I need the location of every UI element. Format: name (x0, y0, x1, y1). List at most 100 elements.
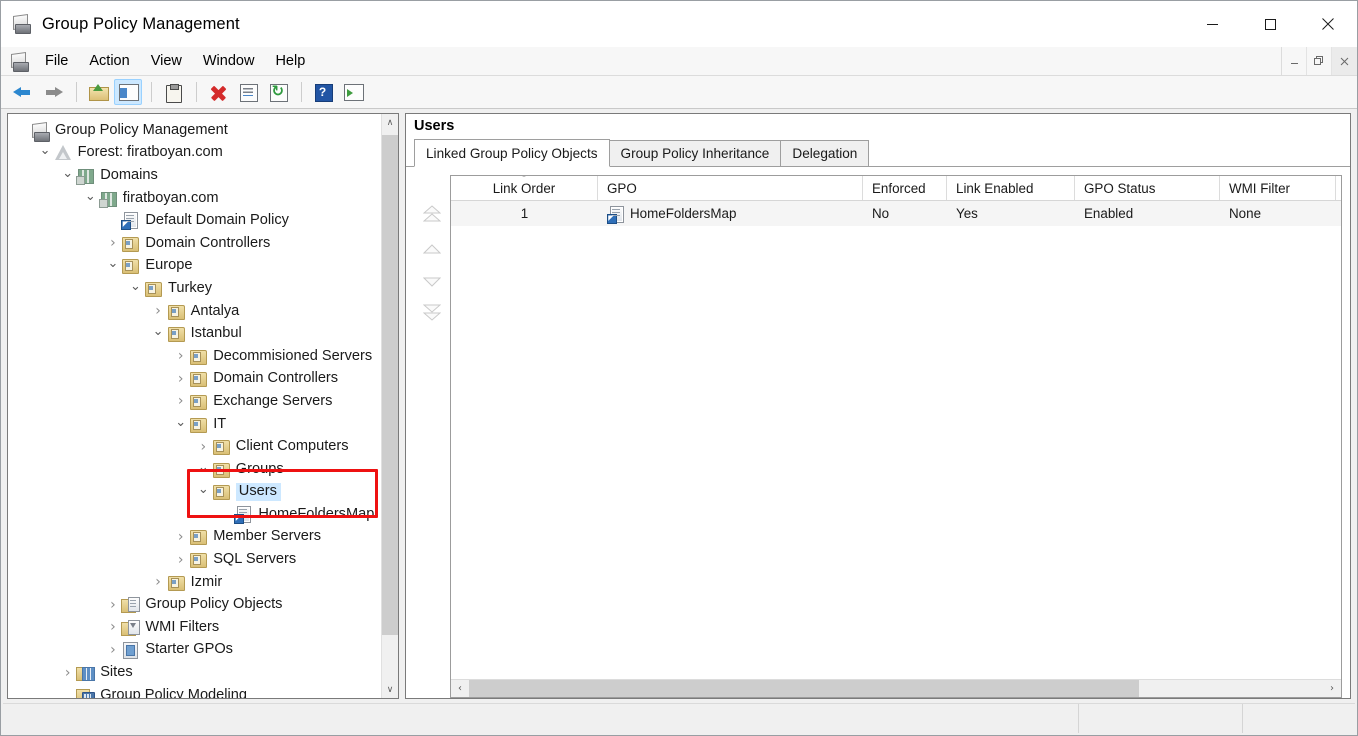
move-to-bottom-button[interactable] (418, 300, 446, 333)
menu-help[interactable]: Help (265, 50, 315, 72)
table-row[interactable]: 1 ◤ HomeFoldersMap No Yes Enabled None (451, 201, 1341, 226)
back-button[interactable] (9, 79, 37, 105)
forward-button[interactable] (39, 79, 67, 105)
tree-node-domains[interactable]: ⌄ Domains (8, 164, 381, 187)
tab-group-policy-inheritance[interactable]: Group Policy Inheritance (608, 140, 782, 166)
maximize-button[interactable] (1241, 1, 1299, 47)
chevron-right-icon[interactable]: › (172, 372, 189, 386)
tree-node-turkey[interactable]: ⌄ Turkey (8, 277, 381, 300)
tree-node-group-policy-modeling[interactable]: Group Policy Modeling (8, 684, 381, 698)
move-down-button[interactable] (418, 267, 446, 300)
chevron-right-icon[interactable]: › (104, 643, 121, 657)
mdi-close-button[interactable] (1332, 47, 1357, 75)
delete-button[interactable] (204, 79, 232, 105)
scroll-down-arrow-icon[interactable]: ∨ (382, 681, 398, 698)
copy-button[interactable] (159, 79, 187, 105)
tree-node-group-policy-management[interactable]: Group Policy Management (8, 119, 381, 142)
ou-icon (189, 370, 208, 388)
hscroll-track[interactable] (469, 680, 1323, 697)
up-one-level-button[interactable] (84, 79, 112, 105)
tree-node-client-computers[interactable]: › Client Computers (8, 435, 381, 458)
tree-scroll-track[interactable] (382, 131, 398, 681)
chevron-down-icon[interactable]: ⌄ (82, 190, 99, 207)
tab-linked-group-policy-objects[interactable]: Linked Group Policy Objects (414, 139, 610, 167)
properties-button[interactable] (234, 79, 262, 105)
chevron-down-icon[interactable]: ⌄ (127, 280, 144, 297)
chevron-down-icon[interactable]: ⌄ (195, 461, 212, 478)
tree-node-member-servers[interactable]: › Member Servers (8, 526, 381, 549)
scroll-up-arrow-icon[interactable]: ∧ (382, 114, 398, 131)
tree-node-group-policy-objects[interactable]: › Group Policy Objects (8, 593, 381, 616)
chevron-right-icon[interactable]: › (150, 575, 167, 589)
tree-node-firatboyan-com[interactable]: ⌄ firatboyan.com (8, 187, 381, 210)
tree-vertical-scrollbar[interactable]: ∧ ∨ (381, 114, 398, 698)
tree-node-europe[interactable]: ⌄ Europe (8, 255, 381, 278)
chevron-down-icon[interactable]: ⌄ (37, 144, 54, 161)
tree-node-istanbul[interactable]: ⌄ Istanbul (8, 322, 381, 345)
column-header-wmi-filter[interactable]: WMI Filter (1220, 176, 1336, 200)
chevron-right-icon[interactable]: › (104, 620, 121, 634)
column-header-enforced[interactable]: Enforced (863, 176, 947, 200)
chevron-right-icon[interactable]: › (150, 304, 167, 318)
chevron-right-icon[interactable]: › (104, 236, 121, 250)
tree-node-users[interactable]: ⌄ Users (8, 481, 381, 504)
chevron-right-icon[interactable]: › (172, 553, 189, 567)
move-up-button[interactable] (418, 234, 446, 267)
tree-node-forest-firatboyan-com[interactable]: ⌄ Forest: firatboyan.com (8, 142, 381, 165)
chevron-down-icon[interactable]: ⌄ (104, 257, 121, 274)
chevron-down-icon[interactable]: ⌄ (59, 167, 76, 184)
tree-node-groups[interactable]: ⌄ Groups (8, 458, 381, 481)
menu-file[interactable]: File (35, 50, 78, 72)
hscroll-thumb[interactable] (469, 680, 1140, 697)
tree-node-decommisioned-servers[interactable]: › Decommisioned Servers (8, 345, 381, 368)
tree-node-sites[interactable]: › Sites (8, 661, 381, 684)
sort-ascending-icon: ˄ (521, 175, 527, 185)
column-header-gpo[interactable]: GPO (598, 176, 863, 200)
tree-node-homefoldersmap[interactable]: ◤ HomeFoldersMap (8, 503, 381, 526)
chevron-down-icon[interactable]: ⌄ (150, 325, 167, 342)
tree-node-starter-gpos[interactable]: › Starter GPOs (8, 639, 381, 662)
chevron-down-icon[interactable]: ⌄ (195, 483, 212, 500)
chevron-right-icon[interactable]: › (195, 440, 212, 454)
tree-scroll-area[interactable]: Group Policy Management ⌄ Forest: firatboy… (8, 114, 381, 698)
tree-node-it[interactable]: ⌄ IT (8, 413, 381, 436)
new-window-button[interactable] (339, 79, 367, 105)
tab-delegation[interactable]: Delegation (780, 140, 870, 166)
tree-node-default-domain-policy[interactable]: ◤ Default Domain Policy (8, 209, 381, 232)
chevron-right-icon[interactable]: › (104, 598, 121, 612)
chevron-right-icon[interactable]: › (59, 666, 76, 680)
column-header-link-enabled[interactable]: Link Enabled (947, 176, 1075, 200)
scroll-left-arrow-icon[interactable]: ‹ (451, 680, 469, 697)
details-pane: Users Linked Group Policy Objects Group P… (405, 113, 1351, 699)
tree-node-domain-controllers[interactable]: › Domain Controllers (8, 232, 381, 255)
tree-node-antalya[interactable]: › Antalya (8, 300, 381, 323)
status-panel-3 (1243, 704, 1355, 733)
menu-action[interactable]: Action (79, 50, 139, 72)
domain-icon (98, 190, 117, 208)
refresh-button[interactable] (264, 79, 292, 105)
tree-node-sql-servers[interactable]: › SQL Servers (8, 548, 381, 571)
chevron-right-icon[interactable]: › (172, 530, 189, 544)
chevron-down-icon[interactable]: ⌄ (172, 416, 189, 433)
menu-view[interactable]: View (141, 50, 192, 72)
tree-node-domain-controllers[interactable]: › Domain Controllers (8, 368, 381, 391)
tree-node-wmi-filters[interactable]: › WMI Filters (8, 616, 381, 639)
tree-scroll-thumb[interactable] (382, 135, 398, 635)
move-to-top-button[interactable] (418, 201, 446, 234)
close-button[interactable] (1299, 1, 1357, 47)
column-header-gpo-status[interactable]: GPO Status (1075, 176, 1220, 200)
menu-window[interactable]: Window (193, 50, 265, 72)
gpo-link-icon: ◤ (234, 505, 252, 524)
chevron-right-icon[interactable]: › (172, 394, 189, 408)
mdi-minimize-button[interactable] (1282, 47, 1307, 75)
chevron-right-icon[interactable]: › (172, 349, 189, 363)
column-header-link-order[interactable]: ˄ Link Order (451, 176, 598, 200)
scroll-right-arrow-icon[interactable]: › (1323, 680, 1341, 697)
tree-node-exchange-servers[interactable]: › Exchange Servers (8, 390, 381, 413)
help-button[interactable] (309, 79, 337, 105)
tree-node-izmir[interactable]: › Izmir (8, 571, 381, 594)
show-hide-tree-button[interactable] (114, 79, 142, 105)
mdi-restore-button[interactable] (1307, 47, 1332, 75)
minimize-button[interactable] (1183, 1, 1241, 47)
list-horizontal-scrollbar[interactable]: ‹ › (451, 679, 1341, 697)
